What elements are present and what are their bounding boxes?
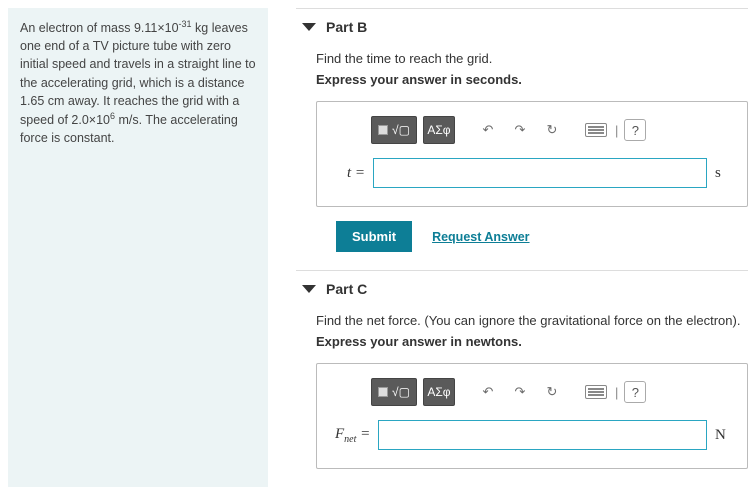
keyboard-icon[interactable] <box>583 117 609 143</box>
reset-icon[interactable]: ↻ <box>539 379 565 405</box>
greek-button[interactable]: ΑΣφ <box>423 378 455 406</box>
greek-button[interactable]: ΑΣφ <box>423 116 455 144</box>
undo-icon[interactable]: ↶ <box>475 117 501 143</box>
reset-icon[interactable]: ↻ <box>539 117 565 143</box>
templates-button[interactable]: √▢ <box>371 378 417 406</box>
part-b-variable: t = <box>335 165 365 182</box>
part-b-answer-box: √▢ ΑΣφ ↶ ↷ ↻ | ? t = s <box>316 101 748 207</box>
toolbar-sep: | <box>615 385 618 400</box>
problem-statement: An electron of mass 9.11×10-31 kg leaves… <box>8 8 268 487</box>
submit-button[interactable]: Submit <box>336 221 412 252</box>
caret-down-icon <box>302 23 316 31</box>
part-c-answer-box: √▢ ΑΣφ ↶ ↷ ↻ | ? Fnet = N <box>316 363 748 469</box>
part-b-instruction: Express your answer in seconds. <box>316 72 748 87</box>
caret-down-icon <box>302 285 316 293</box>
help-icon[interactable]: ? <box>624 381 646 403</box>
part-b-answer-input[interactable] <box>373 158 707 188</box>
part-b-header[interactable]: Part B <box>296 19 748 35</box>
part-b-prompt: Find the time to reach the grid. <box>316 51 748 66</box>
part-c-variable: Fnet = <box>335 426 370 445</box>
request-answer-link[interactable]: Request Answer <box>432 230 529 244</box>
part-c: Part C Find the net force. (You can igno… <box>296 270 748 469</box>
part-c-unit: N <box>715 427 729 444</box>
keyboard-icon[interactable] <box>583 379 609 405</box>
part-c-answer-input[interactable] <box>378 420 707 450</box>
part-b-title: Part B <box>326 19 367 35</box>
toolbar-sep: | <box>615 123 618 138</box>
redo-icon[interactable]: ↷ <box>507 379 533 405</box>
help-icon[interactable]: ? <box>624 119 646 141</box>
undo-icon[interactable]: ↶ <box>475 379 501 405</box>
part-b-toolbar: √▢ ΑΣφ ↶ ↷ ↻ | ? <box>371 116 729 144</box>
part-c-prompt: Find the net force. (You can ignore the … <box>316 313 748 328</box>
part-c-header[interactable]: Part C <box>296 281 748 297</box>
part-b-unit: s <box>715 165 729 182</box>
templates-button[interactable]: √▢ <box>371 116 417 144</box>
part-c-title: Part C <box>326 281 367 297</box>
part-c-instruction: Express your answer in newtons. <box>316 334 748 349</box>
main-content: Part B Find the time to reach the grid. … <box>288 8 748 487</box>
part-b: Part B Find the time to reach the grid. … <box>296 8 748 252</box>
part-c-toolbar: √▢ ΑΣφ ↶ ↷ ↻ | ? <box>371 378 729 406</box>
redo-icon[interactable]: ↷ <box>507 117 533 143</box>
